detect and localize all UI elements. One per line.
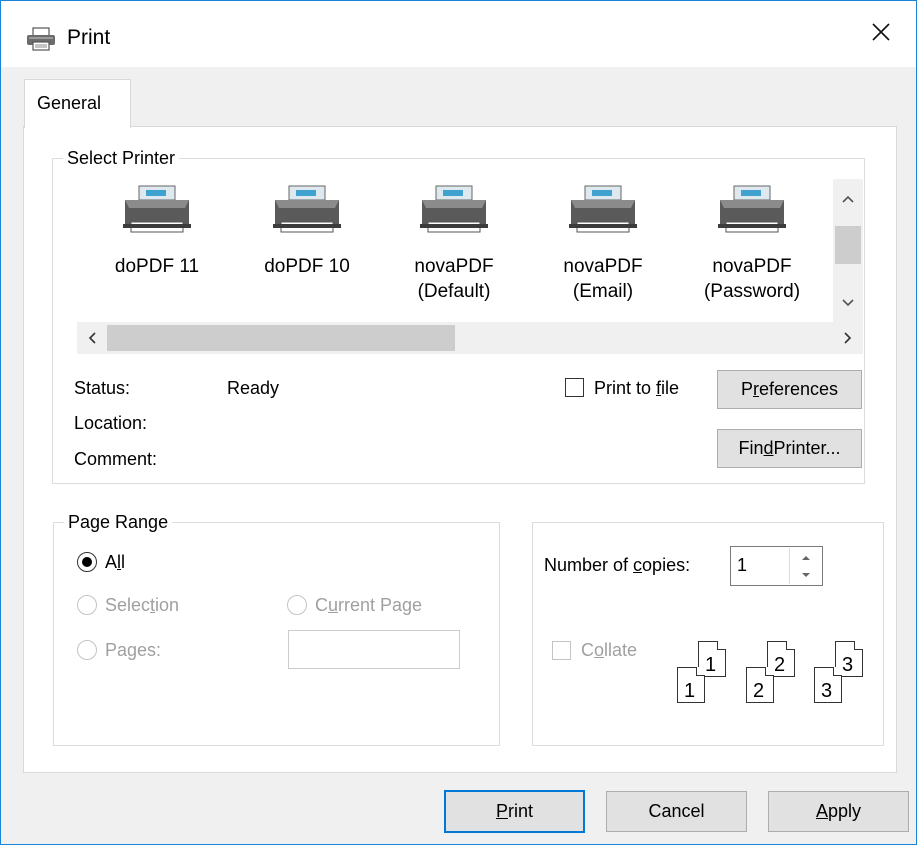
printer-list-horizontal-scrollbar[interactable] — [77, 322, 863, 354]
spin-up-icon[interactable] — [790, 548, 822, 566]
current-page-label[interactable]: Current Page — [315, 594, 422, 616]
close-button[interactable] — [846, 1, 916, 67]
page-icon: 3 — [814, 667, 842, 703]
printer-item[interactable]: novaPDF (Default) — [399, 171, 509, 304]
page-range-title: Page Range — [64, 510, 173, 534]
tab-general[interactable]: General — [24, 79, 131, 128]
select-printer-title: Select Printer — [63, 146, 180, 170]
printer-list-vertical-scrollbar[interactable] — [833, 179, 863, 322]
status-value: Ready — [227, 378, 280, 398]
printer-name: doPDF 11 — [114, 256, 200, 277]
selection-radio[interactable] — [77, 595, 97, 615]
pages-input[interactable] — [288, 630, 460, 669]
printer-list: doPDF 11 doPDF 10 novaPDF (Default) nova… — [52, 171, 842, 322]
collate-checkbox[interactable] — [552, 641, 571, 660]
selection-label[interactable]: Selection — [105, 594, 179, 616]
pages-radio[interactable] — [77, 640, 97, 660]
printer-item[interactable]: doPDF 11 — [102, 171, 212, 279]
vertical-scroll-thumb[interactable] — [835, 226, 861, 264]
print-button[interactable]: Print — [444, 790, 585, 833]
spin-down-icon[interactable] — [790, 566, 822, 584]
page-icon: 2 — [746, 667, 774, 703]
printer-name: novaPDF (Default) — [414, 256, 494, 302]
print-to-file-checkbox[interactable] — [565, 378, 584, 397]
print-dialog: Print General Select Printer doPDF 11 do… — [0, 0, 917, 845]
cancel-button[interactable]: Cancel — [606, 791, 747, 832]
all-radio[interactable] — [77, 552, 97, 572]
printer-device-icon — [718, 185, 786, 233]
scroll-down-icon[interactable] — [833, 289, 863, 317]
tab-general-label: General — [37, 93, 102, 113]
print-to-file-label[interactable]: Print to file — [594, 377, 679, 399]
pages-label[interactable]: Pages: — [105, 639, 161, 661]
dialog-title: Print — [67, 26, 111, 49]
all-label[interactable]: All — [105, 551, 125, 573]
apply-button[interactable]: Apply — [768, 791, 909, 832]
close-icon — [871, 22, 891, 47]
comment-label: Comment: — [74, 449, 158, 469]
printer-item[interactable]: novaPDF (Email) — [548, 171, 658, 304]
status-label: Status: — [74, 378, 131, 398]
printer-device-icon — [123, 185, 191, 233]
number-of-copies-label: Number of copies: — [544, 555, 691, 575]
current-page-radio[interactable] — [287, 595, 307, 615]
printer-item[interactable]: novaPDF (Password) — [697, 171, 807, 304]
collate-label[interactable]: Collate — [581, 639, 637, 661]
printer-name: doPDF 10 — [264, 256, 350, 277]
printer-name: novaPDF (Password) — [703, 256, 801, 302]
scroll-right-icon[interactable] — [833, 322, 863, 354]
printer-icon — [26, 27, 56, 51]
printer-device-icon — [273, 185, 341, 233]
printer-item[interactable]: doPDF 10 — [252, 171, 362, 279]
collate-pages-icon: 1 1 2 2 3 3 — [677, 641, 867, 707]
horizontal-scroll-thumb[interactable] — [107, 325, 455, 351]
copies-spinner[interactable] — [789, 548, 822, 584]
title-bar: Print — [1, 1, 916, 67]
copies-value: 1 — [737, 555, 748, 575]
printer-device-icon — [420, 185, 488, 233]
location-label: Location: — [74, 413, 148, 433]
scroll-up-icon[interactable] — [833, 185, 863, 213]
scroll-left-icon[interactable] — [77, 322, 107, 354]
find-printer-button[interactable]: Fin d Printer... — [717, 429, 862, 468]
printer-name: novaPDF (Email) — [563, 256, 643, 302]
page-icon: 1 — [677, 667, 705, 703]
preferences-button[interactable]: Pr eferences — [717, 370, 862, 409]
printer-device-icon — [569, 185, 637, 233]
